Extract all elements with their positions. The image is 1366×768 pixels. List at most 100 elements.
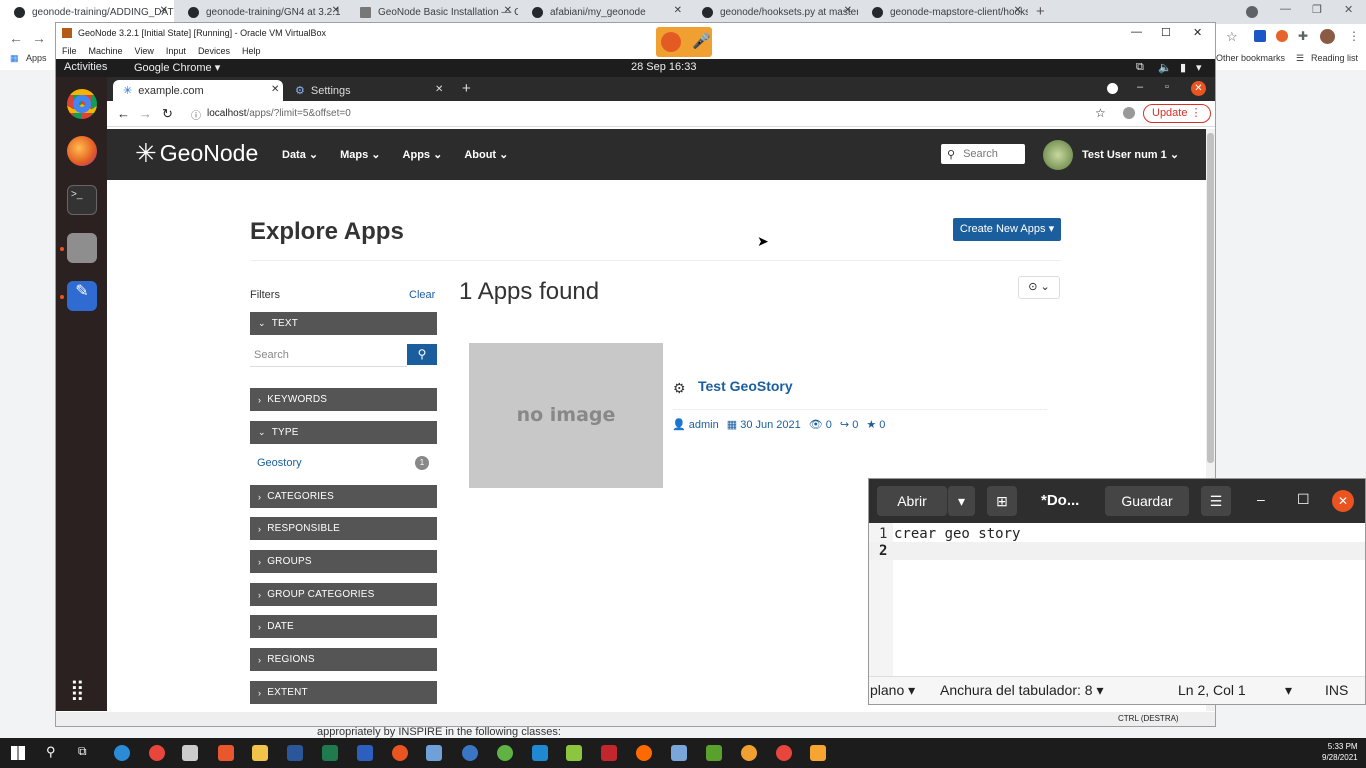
menu-icon[interactable]: ⋮ [1348, 29, 1360, 43]
filter-responsible[interactable]: › RESPONSIBLE [250, 517, 437, 540]
app-icon[interactable] [636, 745, 652, 761]
scrollbar-thumb[interactable] [1207, 133, 1214, 463]
microphone-icon[interactable]: 🎤 [692, 32, 711, 50]
qgis-icon[interactable] [497, 745, 513, 761]
app-icon[interactable] [462, 745, 478, 761]
vm-menu-input[interactable]: Input [166, 46, 186, 56]
tab-search-icon[interactable] [1107, 83, 1118, 94]
host-tab[interactable]: geonode-mapstore-client/hooks ✕ [858, 0, 1028, 24]
bookmark-other[interactable]: Other bookmarks [1216, 53, 1285, 63]
virtualbox-running-icon[interactable] [810, 745, 826, 761]
vm-menu-file[interactable]: File [62, 46, 77, 56]
nav-search-input[interactable]: ⚲ Search [941, 144, 1025, 164]
user-avatar[interactable] [1043, 140, 1073, 170]
new-tab-icon[interactable]: ⊞ [987, 486, 1017, 516]
firefox-icon[interactable] [661, 32, 681, 52]
close-window-icon[interactable]: ✕ [1344, 3, 1353, 16]
cursor-position-dropdown[interactable]: Ln 2, Col 1 [1178, 682, 1246, 698]
task-view-icon[interactable]: ⧉ [78, 744, 87, 759]
activities-button[interactable]: Activities [64, 61, 107, 73]
host-tab[interactable]: geonode-training/GN4 at 3.2.1 ✕ [174, 0, 346, 24]
bookmark-star-icon[interactable]: ☆ [1095, 106, 1106, 120]
close-icon[interactable]: ✕ [435, 84, 443, 95]
files-icon[interactable] [67, 233, 97, 263]
volume-icon[interactable]: 🔈 [1158, 61, 1172, 74]
bookmark-apps[interactable]: Apps [26, 53, 47, 63]
filter-date[interactable]: › DATE [250, 615, 437, 638]
close-icon[interactable]: ✕ [674, 5, 682, 16]
windows-start-icon[interactable] [11, 746, 25, 760]
app-icon[interactable] [671, 745, 687, 761]
app-icon[interactable] [741, 745, 757, 761]
chrome-icon[interactable] [67, 89, 97, 119]
filter-type[interactable]: ⌄ TYPE [250, 421, 437, 444]
close-window-icon[interactable]: ✕ [1191, 81, 1206, 96]
battery-icon[interactable]: ▮ [1180, 61, 1186, 74]
guest-tab-settings[interactable]: ⚙ Settings ✕ [285, 80, 449, 101]
extension-icon[interactable] [1276, 30, 1288, 42]
search-icon[interactable]: ⚲ [46, 744, 56, 760]
profile-icon[interactable] [1123, 107, 1135, 119]
store-icon[interactable] [182, 745, 198, 761]
close-icon[interactable]: ✕ [332, 5, 340, 16]
filter-group-categories[interactable]: › GROUP CATEGORIES [250, 583, 437, 606]
forward-icon[interactable]: → [32, 30, 46, 46]
clock[interactable]: 28 Sep 16:33 [631, 61, 696, 73]
word-icon[interactable] [287, 745, 303, 761]
app-title-link[interactable]: Test GeoStory [698, 378, 793, 394]
back-icon[interactable]: ← [9, 30, 23, 46]
minimize-icon[interactable]: — [1280, 3, 1291, 15]
edge-icon[interactable] [114, 745, 130, 761]
info-icon[interactable]: ⓘ [191, 107, 201, 122]
firefox-icon[interactable] [67, 136, 97, 166]
ubuntu-icon[interactable] [392, 745, 408, 761]
close-icon[interactable]: ✕ [1332, 490, 1354, 512]
host-tab[interactable]: geonode-training/ADDING_DAT ✕ [0, 0, 174, 24]
text-editor-icon[interactable]: ✎ [67, 281, 97, 311]
puzzle-icon[interactable]: ✚ [1298, 29, 1308, 43]
app-thumbnail[interactable]: no image [469, 343, 663, 488]
chrome-icon[interactable] [149, 745, 165, 761]
chrome-icon[interactable] [776, 745, 792, 761]
maximize-icon[interactable]: ☐ [1297, 491, 1310, 508]
star-icon[interactable]: ☆ [1226, 29, 1238, 45]
host-tab[interactable]: GeoNode Basic Installation — Ge ✕ [346, 0, 518, 24]
filter-groups[interactable]: › GROUPS [250, 550, 437, 573]
zotero-icon[interactable] [1254, 30, 1266, 42]
terminal-icon[interactable]: >_ [67, 185, 97, 215]
new-tab-button[interactable]: + [462, 80, 471, 97]
notepad-icon[interactable] [566, 745, 582, 761]
filter-categories[interactable]: › CATEGORIES [250, 485, 437, 508]
geonode-logo[interactable]: ✳ GeoNode [135, 138, 258, 169]
close-icon[interactable]: ✕ [271, 84, 279, 95]
save-button[interactable]: Guardar [1105, 486, 1189, 516]
vm-menu-view[interactable]: View [135, 46, 154, 56]
nav-about[interactable]: About ⌄ [464, 148, 508, 161]
show-apps-icon[interactable]: ⣿ [70, 677, 85, 702]
powershell-icon[interactable] [357, 745, 373, 761]
app-icon[interactable] [218, 745, 234, 761]
nav-data[interactable]: Data ⌄ [282, 148, 318, 161]
app-icon[interactable] [322, 745, 338, 761]
nav-maps[interactable]: Maps ⌄ [340, 148, 380, 161]
vm-menu-devices[interactable]: Devices [198, 46, 230, 56]
type-option-geostory[interactable]: Geostory [257, 457, 302, 469]
minimize-icon[interactable]: — [1131, 26, 1142, 38]
filter-extent[interactable]: › EXTENT [250, 681, 437, 704]
reload-icon[interactable]: ↻ [162, 106, 173, 122]
update-button[interactable]: Update ⋮ [1143, 104, 1211, 123]
guest-tab-example[interactable]: ✳ example.com ✕ [113, 80, 283, 101]
minimize-icon[interactable]: – [1137, 81, 1143, 93]
system-menu-icon[interactable]: ▾ [1196, 61, 1202, 74]
filter-keywords[interactable]: › KEYWORDS [250, 388, 437, 411]
network-icon[interactable]: ⧉ [1136, 61, 1144, 74]
filter-search-input[interactable]: Search [250, 344, 407, 367]
close-icon[interactable]: ✕ [844, 5, 852, 16]
virtualbox-icon[interactable] [426, 745, 442, 761]
url-field[interactable]: localhost/apps/?limit=5&offset=0 [207, 108, 351, 119]
tab-width-dropdown[interactable]: Anchura del tabulador: 8 ▾ [940, 682, 1103, 699]
filter-text[interactable]: ⌄ TEXT [250, 312, 437, 335]
avatar[interactable] [1320, 29, 1335, 44]
syntax-mode-dropdown[interactable]: plano ▾ [870, 682, 915, 699]
vm-menu-help[interactable]: Help [242, 46, 261, 56]
